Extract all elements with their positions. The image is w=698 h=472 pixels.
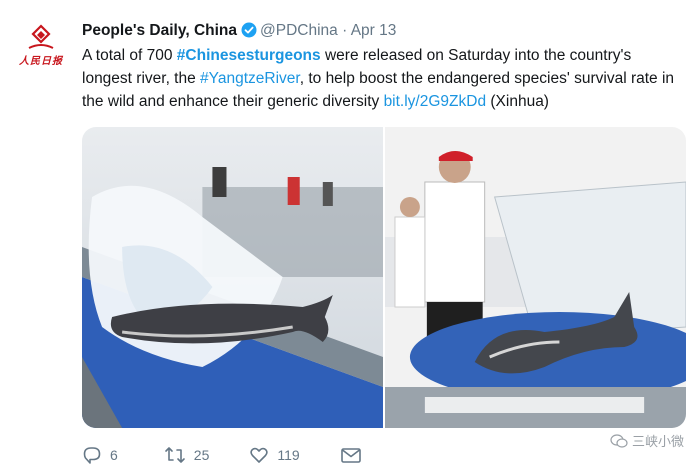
verified-badge-icon <box>241 22 257 43</box>
wechat-icon <box>610 433 628 448</box>
message-action[interactable] <box>340 445 362 465</box>
sturgeon-splash-photo-icon <box>82 127 383 428</box>
sturgeon-release-photo-icon <box>385 127 686 428</box>
tweet-actions: 6 25 119 <box>82 443 362 467</box>
tweet-link[interactable]: bit.ly/2G9ZkDd <box>384 93 487 110</box>
retweet-action[interactable]: 25 <box>164 445 210 465</box>
hashtag-chinesesturgeons[interactable]: #Chinesesturgeons <box>177 47 321 64</box>
people-daily-logo-icon <box>28 23 54 49</box>
photo-sturgeon-splash[interactable] <box>82 127 383 428</box>
like-action[interactable]: 119 <box>249 445 300 465</box>
photo-sturgeon-release[interactable] <box>385 127 686 428</box>
avatar-logo-text: 人民日报 <box>19 55 63 67</box>
watermark-text: 三峡小微 <box>631 434 684 449</box>
media-grid <box>82 127 686 428</box>
tweet-text-segment: (Xinhua) <box>486 93 549 110</box>
tweet-header: People's Daily, China @PDChina · Apr 13 <box>82 22 396 43</box>
tweet-text-segment: A total of 700 <box>82 47 177 64</box>
reply-count: 6 <box>110 447 118 463</box>
reply-icon <box>83 447 101 464</box>
handle[interactable]: @PDChina <box>260 22 338 39</box>
envelope-icon <box>340 448 361 463</box>
like-count: 119 <box>277 447 300 463</box>
tweet-text: A total of 700 #Chinesesturgeons were re… <box>82 44 682 113</box>
watermark: 三峡小微 <box>610 431 684 450</box>
hashtag-yangtzeriver[interactable]: #YangtzeRiver <box>200 70 300 87</box>
avatar[interactable]: 人民日报 <box>14 18 68 72</box>
tweet-date[interactable]: Apr 13 <box>351 22 397 39</box>
separator-dot: · <box>342 22 348 39</box>
retweet-count: 25 <box>193 447 210 463</box>
reply-action[interactable]: 6 <box>82 445 118 465</box>
heart-icon <box>250 447 269 463</box>
display-name[interactable]: People's Daily, China <box>82 22 237 39</box>
retweet-icon <box>164 447 185 463</box>
